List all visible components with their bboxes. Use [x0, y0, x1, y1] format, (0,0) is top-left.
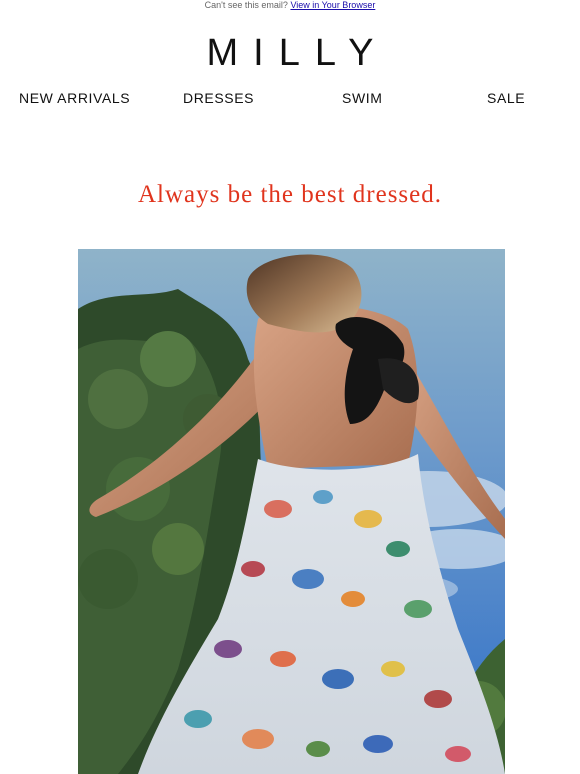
nav-item-sale[interactable]: SALE: [487, 89, 525, 107]
brand-logo[interactable]: MILLY: [0, 33, 580, 73]
email-page: Can't see this email? View in Your Brows…: [0, 0, 580, 774]
view-in-browser-link[interactable]: View in Your Browser: [290, 0, 375, 10]
nav-item-swim[interactable]: SWIM: [342, 89, 383, 107]
nav-item-new-arrivals[interactable]: NEW ARRIVALS: [19, 89, 130, 107]
hero-image[interactable]: [78, 249, 505, 774]
preheader: Can't see this email? View in Your Brows…: [0, 0, 580, 12]
main-nav: NEW ARRIVALS DRESSES SWIM SALE: [0, 89, 580, 107]
nav-item-dresses[interactable]: DRESSES: [183, 89, 254, 107]
hero-tagline: Always be the best dressed.: [137, 181, 442, 208]
preheader-text: Can't see this email?: [204, 0, 288, 10]
